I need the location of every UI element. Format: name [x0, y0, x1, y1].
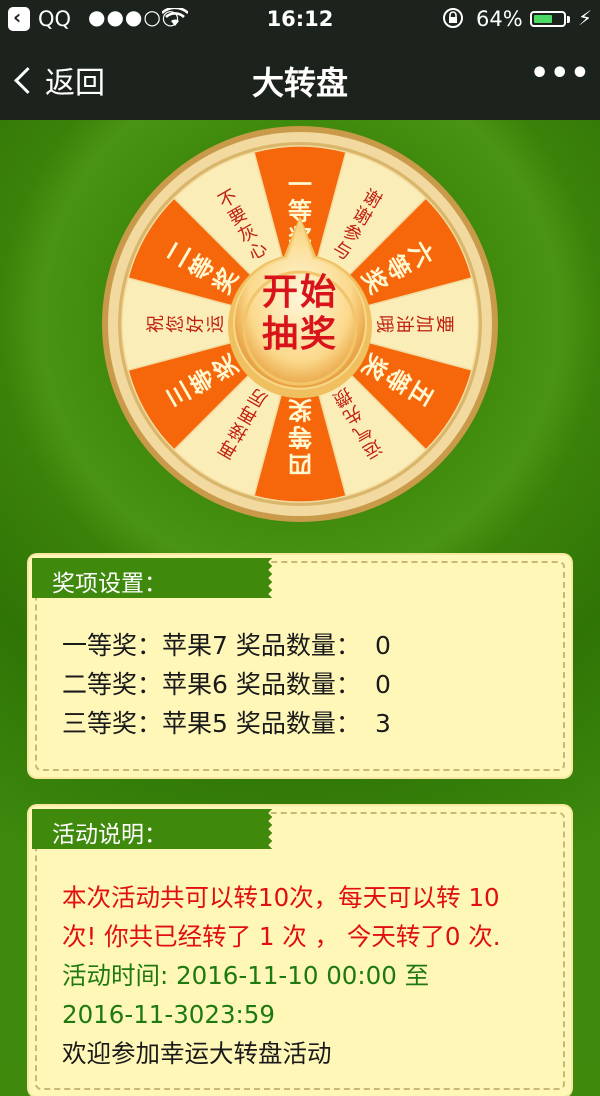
info-panel-header: 活动说明： — [32, 809, 276, 849]
activity-time-text: 活动时间: 2016-11-10 00:00 至 — [62, 961, 430, 990]
prize-rank: 二等奖： — [62, 670, 163, 699]
wheel-label-char: 油 — [394, 315, 415, 333]
wheel-label-char: 好 — [185, 315, 206, 333]
prize-name: 苹果5 — [162, 709, 228, 738]
more-button[interactable]: ••• — [530, 56, 591, 91]
wheel-label-char: 等 — [288, 423, 312, 451]
prize-qty: 0 — [374, 631, 391, 660]
activity-info-text: 本次活动共可以转10次，每天可以转 10 次! 你共已经转了 1 次 ， 今天转… — [62, 878, 501, 1073]
wheel-label-char: 您 — [165, 315, 186, 333]
prize-row: 二等奖：苹果6 奖品数量： 0 — [62, 665, 391, 704]
page-title: 大转盘 — [251, 64, 348, 102]
wheel-segment-label: 四等奖 — [287, 396, 312, 478]
wheel-label-char: 一 — [288, 170, 312, 198]
prize-rank: 一等奖： — [62, 631, 163, 660]
tag-edge — [268, 558, 276, 598]
start-label-line1: 开始 — [261, 272, 338, 313]
spin-count-text: 本次活动共可以转10次，每天可以转 10 — [62, 883, 500, 912]
battery-tip — [567, 16, 570, 23]
start-label-line2: 抽奖 — [261, 314, 338, 355]
prizes-panel: 奖项设置： 一等奖：苹果7 奖品数量： 0 二等奖：苹果6 奖品数量： 0 三等奖：… — [29, 555, 571, 777]
prize-qty-label: 奖品数量： — [235, 631, 361, 660]
nav-bar: 返回 大转盘 ••• — [0, 40, 600, 120]
battery-percent: 64% — [476, 7, 523, 31]
prize-row: 三等奖：苹果5 奖品数量： 3 — [62, 704, 391, 743]
prize-qty: 0 — [374, 670, 391, 699]
battery-icon — [530, 11, 566, 27]
info-panel-title: 活动说明： — [52, 822, 167, 848]
prize-row: 一等奖：苹果7 奖品数量： 0 — [62, 626, 391, 665]
tag-edge — [268, 809, 276, 849]
prize-qty-label: 奖品数量： — [235, 670, 361, 699]
wheel-label-char: 四 — [288, 450, 312, 478]
wheel-label-char: 要 — [434, 315, 455, 333]
activity-end-text: 2016-11-3023:59 — [62, 1000, 275, 1029]
welcome-text: 欢迎参加幸运大转盘活动 — [62, 1039, 332, 1068]
start-draw-button[interactable]: 开始 抽奖 — [228, 216, 372, 400]
charging-icon: ⚡ — [578, 6, 593, 30]
wheel-label-char: 哦 — [374, 315, 395, 333]
wheel-segment-label: 要加油哦 — [374, 315, 455, 333]
wheel-label-char: 祝 — [145, 315, 166, 333]
wheel-segment-label: 祝您好运 — [145, 315, 226, 333]
prize-list: 一等奖：苹果7 奖品数量： 0 二等奖：苹果6 奖品数量： 0 三等奖：苹果5 奖品… — [62, 626, 391, 743]
wheel-label-char: 加 — [414, 315, 435, 333]
spin-used-text: 次! 你共已经转了 1 次 ， 今天转了0 次. — [62, 922, 501, 951]
activity-info-panel: 活动说明： 本次活动共可以转10次，每天可以转 10 次! 你共已经转了 1 次… — [29, 806, 571, 1096]
status-bar: ‹ QQ ●●●○○ 16:12 64% ⚡ — [0, 0, 600, 40]
prizes-panel-title: 奖项设置： — [52, 571, 167, 597]
wheel-label-char: 运 — [205, 315, 226, 333]
start-button-label: 开始 抽奖 — [242, 272, 358, 356]
prize-name: 苹果6 — [162, 670, 228, 699]
prize-rank: 三等奖： — [62, 709, 163, 738]
rotation-lock-icon — [442, 7, 464, 34]
prize-qty-label: 奖品数量： — [235, 709, 361, 738]
prizes-panel-header: 奖项设置： — [32, 558, 276, 598]
prize-name: 苹果7 — [162, 631, 228, 660]
prize-qty: 3 — [374, 709, 391, 738]
